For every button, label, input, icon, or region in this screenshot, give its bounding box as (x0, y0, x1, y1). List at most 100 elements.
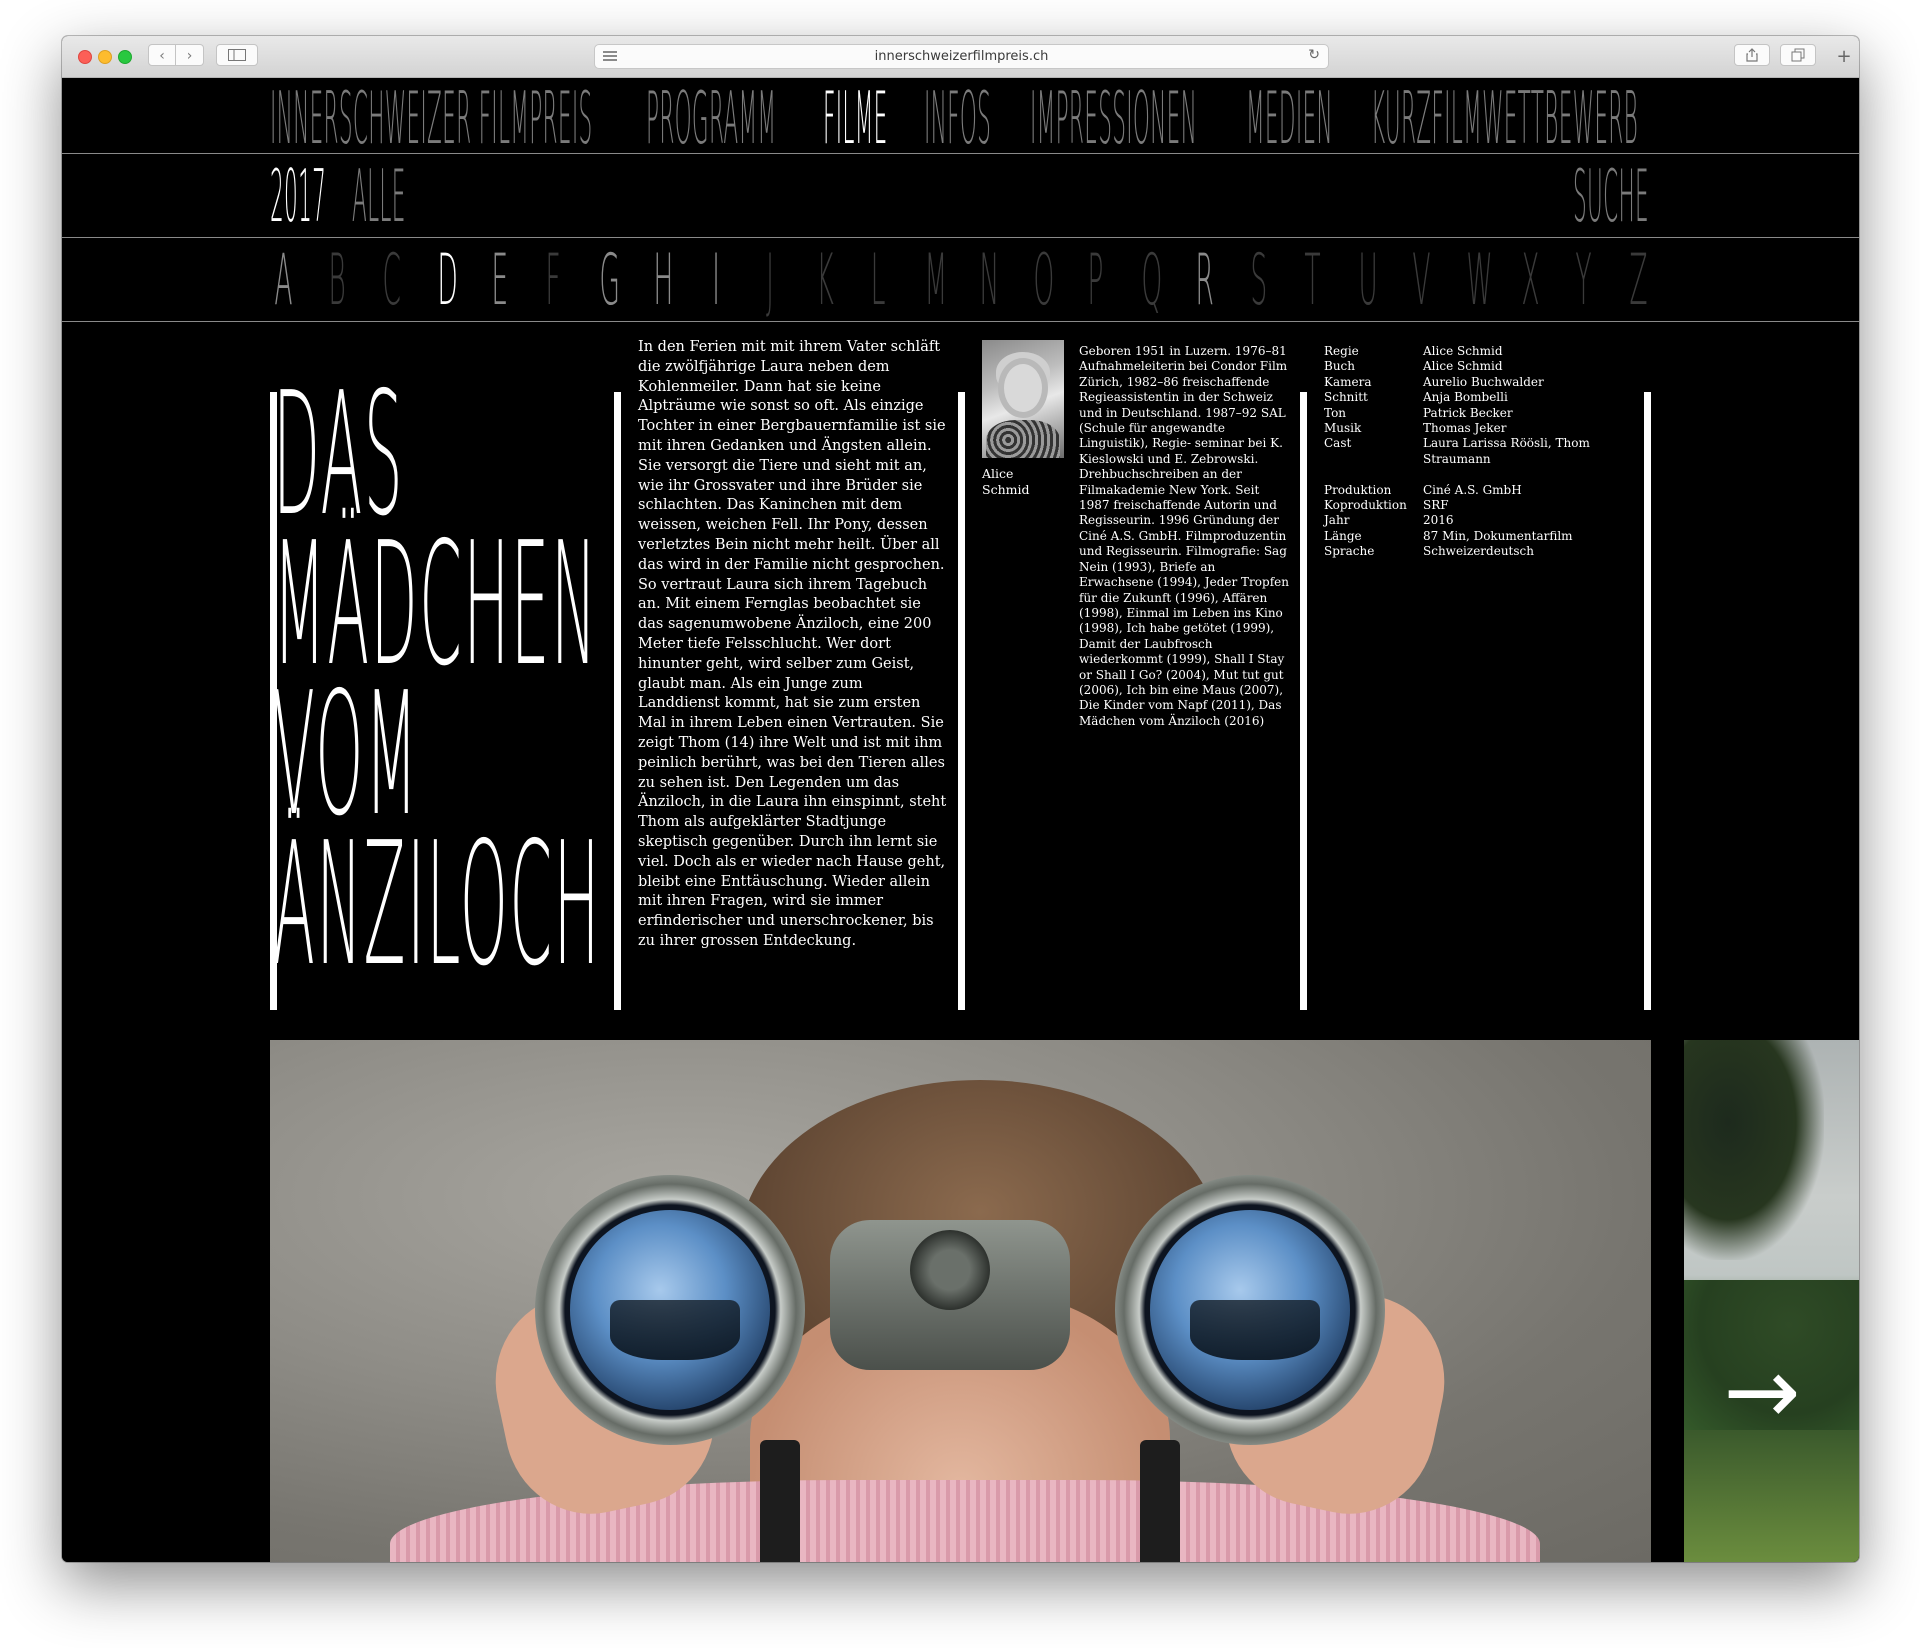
close-window-button[interactable] (78, 50, 92, 64)
production-value: 2016 (1423, 513, 1454, 528)
alphabet-letter-d[interactable]: D (437, 240, 457, 320)
reload-icon[interactable]: ↻ (1308, 47, 1320, 63)
film-still-image (270, 1040, 1651, 1562)
filter-bar: 2017 ALLE SUCHE (62, 154, 1859, 238)
address-bar[interactable]: innerschweizerfilmpreis.ch ↻ (594, 44, 1329, 69)
credit-value: Patrick Becker (1423, 405, 1513, 420)
production-row: Produktion Ciné A.S. GmbH (1324, 483, 1624, 498)
credit-value: Thomas Jeker (1423, 421, 1507, 436)
alphabet-letter-k: K (816, 239, 834, 321)
maximize-window-button[interactable] (118, 50, 132, 64)
alphabet-letter-h[interactable]: H (654, 240, 674, 320)
back-button[interactable]: ‹ (148, 44, 176, 66)
alphabet-letter-w: W (1466, 239, 1494, 321)
alphabet-letter-v: V (1412, 239, 1431, 321)
film-title: DAS MÄDCHEN VOM ÄNZILOCH (273, 370, 601, 1004)
arrow-right-icon[interactable]: → (1712, 1346, 1812, 1438)
search-link[interactable]: SUCHE (1573, 156, 1649, 236)
alphabet-letter-n: N (978, 239, 999, 321)
alphabet-letter-u: U (1358, 239, 1378, 321)
chevron-left-icon: ‹ (159, 48, 165, 64)
alphabet-letter-q: Q (1141, 239, 1163, 321)
sidebar-toggle-button[interactable] (216, 44, 258, 66)
credit-value: Anja Bombelli (1423, 390, 1508, 405)
alphabet-letter-j: J (765, 239, 774, 321)
credit-value: Alice Schmid (1423, 359, 1503, 374)
browser-window: ‹ › innerschweizerfilmpreis.ch ↻ + INNER… (62, 36, 1859, 1562)
film-credits: Regie Alice Schmid Buch Alice Schmid Kamer… (1324, 344, 1624, 560)
alphabet-letter-i[interactable]: I (708, 240, 723, 320)
alphabet-letter-f: F (545, 239, 561, 321)
credit-value: Aurelio Buchwalder (1423, 374, 1544, 389)
director-bio: Geboren 1951 in Luzern. 1976–81 Aufnahme… (1079, 344, 1289, 728)
tab-overview-button[interactable] (1780, 44, 1816, 66)
production-label: Koproduktion (1324, 498, 1407, 513)
production-label: Jahr (1324, 513, 1350, 528)
film-title-line: ÄNZILOCH (273, 806, 601, 1004)
alphabet-letter-r[interactable]: R (1196, 240, 1214, 320)
filter-all[interactable]: ALLE (352, 156, 406, 236)
alphabet-letter-y: Y (1575, 239, 1592, 321)
nav-kurzfilmwettbewerb[interactable]: KURZFILMWETTBEWERB (1371, 78, 1638, 158)
credit-row: Kamera Aurelio Buchwalder (1324, 375, 1624, 390)
next-film-still[interactable] (1684, 1040, 1859, 1562)
alphabet-letter-a[interactable]: A (274, 240, 292, 320)
nav-infos[interactable]: INFOS (924, 78, 991, 158)
synopsis-divider (614, 392, 621, 1010)
nav-innerschweizer-filmpreis[interactable]: INNERSCHWEIZER FILMPREIS (270, 78, 593, 158)
minimize-window-button[interactable] (98, 50, 112, 64)
main-navigation: INNERSCHWEIZER FILMPREIS PROGRAMM FILME … (62, 78, 1859, 158)
alphabet-letter-l: L (870, 239, 886, 321)
share-icon (1746, 48, 1758, 62)
share-button[interactable] (1734, 44, 1770, 66)
credit-value: Alice Schmid (1423, 344, 1503, 358)
director-divider (958, 392, 965, 1010)
production-value: 87 Min, Dokumentarfilm (1423, 528, 1573, 543)
production-label: Länge (1324, 528, 1362, 543)
forward-button[interactable]: › (176, 44, 204, 66)
nav-medien[interactable]: MEDIEN (1246, 78, 1333, 158)
credit-label: Kamera (1324, 374, 1372, 389)
credit-label: Buch (1324, 359, 1355, 374)
production-row: Koproduktion SRF (1324, 498, 1624, 513)
alphabet-letter-g[interactable]: G (600, 240, 621, 320)
tabs-icon (1791, 48, 1805, 62)
production-value: SRF (1423, 498, 1449, 513)
chevron-right-icon: › (186, 48, 193, 64)
production-row: Länge 87 Min, Dokumentarfilm (1324, 529, 1624, 544)
production-row: Jahr 2016 (1324, 513, 1624, 528)
alphabet-letter-o: O (1033, 239, 1055, 321)
alphabet-letter-c: C (382, 239, 402, 321)
nav-filme[interactable]: FILME (823, 78, 888, 158)
credit-label: Schnitt (1324, 390, 1368, 405)
new-tab-button[interactable]: + (1834, 47, 1854, 67)
credit-row: Schnitt Anja Bombelli (1324, 390, 1624, 405)
credit-row: Cast Laura Larissa Röösli, Thom Straumann (1324, 436, 1624, 467)
sidebar-icon (228, 49, 246, 61)
director-name: Alice Schmid (982, 466, 1030, 497)
nav-impressionen[interactable]: IMPRESSIONEN (1030, 78, 1197, 158)
film-synopsis: In den Ferien mit mit ihrem Vater schläf… (638, 339, 947, 949)
credit-row: Regie Alice Schmid (1324, 344, 1624, 359)
credit-row: Buch Alice Schmid (1324, 359, 1624, 374)
credit-row: Ton Patrick Becker (1324, 406, 1624, 421)
alphabet-letter-b: B (328, 239, 347, 321)
url-text: innerschweizerfilmpreis.ch (874, 49, 1049, 64)
browser-toolbar: ‹ › innerschweizerfilmpreis.ch ↻ + (62, 36, 1859, 78)
director-photo (982, 340, 1064, 458)
credit-label: Regie (1324, 344, 1359, 358)
nav-programm[interactable]: PROGRAMM (646, 78, 776, 158)
production-value: Ciné A.S. GmbH (1423, 482, 1522, 497)
credit-value: Laura Larissa Röösli, Thom Straumann (1423, 436, 1590, 466)
filter-year[interactable]: 2017 (270, 156, 326, 236)
production-label: Produktion (1324, 482, 1392, 497)
credit-label: Cast (1324, 436, 1352, 451)
alphabet-letter-e[interactable]: E (491, 240, 508, 320)
website: INNERSCHWEIZER FILMPREIS PROGRAMM FILME … (62, 78, 1859, 1562)
production-value: Schweizerdeutsch (1423, 544, 1534, 559)
alphabet-letter-t: T (1304, 239, 1321, 321)
alphabet-index: ABCDEFGHIJKLMNOPQRSTUVWXYZ (62, 238, 1859, 322)
alphabet-letter-m: M (924, 239, 948, 321)
credit-label: Musik (1324, 421, 1362, 436)
production-row: Sprache Schweizerdeutsch (1324, 544, 1624, 559)
